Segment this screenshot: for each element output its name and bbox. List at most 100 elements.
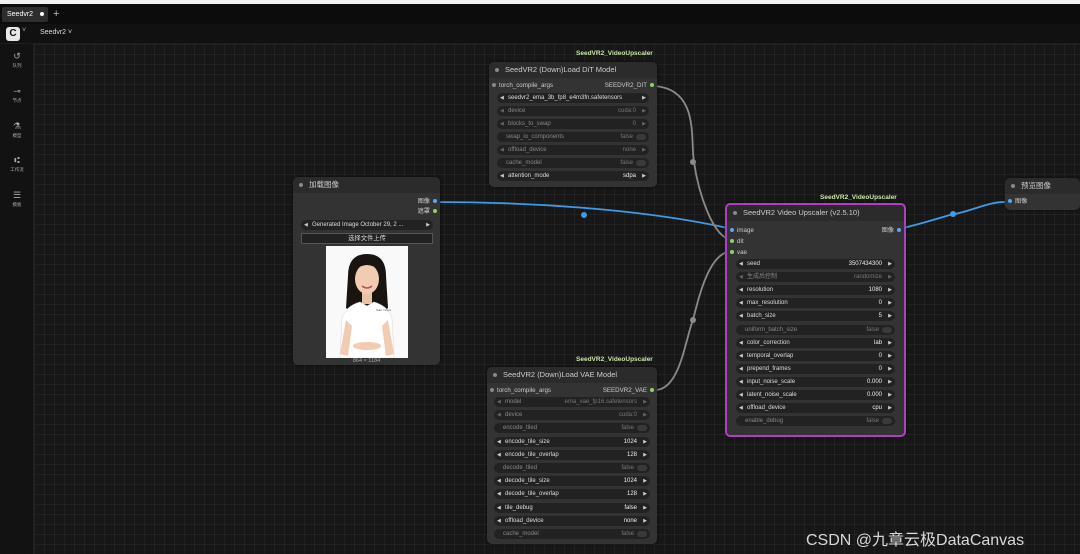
arrow-left-icon[interactable]: ◀ — [500, 171, 504, 181]
new-tab-plus-icon[interactable]: + — [53, 8, 59, 20]
arrow-left-icon[interactable]: ◀ — [497, 437, 501, 447]
widget-max-resolution[interactable]: ◀ max_resolution 0 ▶ — [736, 298, 895, 309]
widget-decode-tiled[interactable]: decode_tiled false — [494, 463, 650, 473]
collapse-dot-icon[interactable] — [1011, 184, 1015, 188]
arrow-right-icon[interactable]: ▶ — [642, 145, 646, 155]
arrow-right-icon[interactable]: ▶ — [888, 403, 892, 413]
arrow-right-icon[interactable]: ▶ — [888, 272, 892, 282]
widget-model[interactable]: ◀ model ema_vae_fp16.safetensors ▶ — [494, 397, 650, 407]
widget-prepend-frames[interactable]: ◀ prepend_frames 0 ▶ — [736, 363, 895, 374]
arrow-left-icon[interactable]: ◀ — [739, 298, 743, 308]
arrow-right-icon[interactable]: ▶ — [643, 516, 647, 526]
output-slot-icon[interactable] — [650, 83, 654, 88]
widget-encode-tile-size[interactable]: ◀ encode_tile_size 1024 ▶ — [494, 436, 650, 447]
arrow-right-icon[interactable]: ▶ — [888, 364, 892, 374]
widget-encode-tile-overlap[interactable]: ◀ encode_tile_overlap 128 ▶ — [494, 449, 650, 460]
input-vae[interactable]: vae — [727, 249, 747, 257]
output-image[interactable]: 图像 — [418, 198, 440, 206]
workflow-tab[interactable]: Seedvr2 — [2, 7, 48, 22]
node-title-bar[interactable]: 预览图像 — [1005, 178, 1080, 194]
input-image[interactable]: 图像 — [1005, 198, 1027, 206]
node-title-bar[interactable]: SeedVR2 Video Upscaler (v2.5.10) — [727, 205, 904, 221]
collapse-dot-icon[interactable] — [299, 183, 303, 187]
arrow-right-icon[interactable]: ▶ — [643, 489, 647, 499]
arrow-right-icon[interactable]: ▶ — [643, 397, 647, 407]
collapse-dot-icon[interactable] — [495, 68, 499, 72]
arrow-left-icon[interactable]: ◀ — [497, 476, 501, 486]
load-image-node[interactable]: 加载图像 图像 遮罩 ◀ Generated Image October 29, … — [293, 177, 440, 365]
widget-decode-tile-overlap[interactable]: ◀ decode_tile_overlap 128 ▶ — [494, 489, 650, 500]
toggle-switch-icon[interactable] — [637, 465, 647, 471]
output-slot-icon[interactable] — [650, 388, 654, 393]
widget-enable-debug[interactable]: enable_debug false — [736, 416, 895, 427]
arrow-right-icon[interactable]: ▶ — [642, 93, 646, 103]
arrow-right-icon[interactable]: ▶ — [888, 298, 892, 308]
widget-seed[interactable]: ◀ seed 3507434300 ▶ — [736, 259, 895, 269]
arrow-left-icon[interactable]: ◀ — [497, 450, 501, 460]
toggle-switch-icon[interactable] — [636, 160, 646, 166]
arrow-right-icon[interactable]: ▶ — [643, 450, 647, 460]
input-slot-icon[interactable] — [1008, 199, 1012, 204]
node-title-bar[interactable]: SeedVR2 (Down)Load VAE Model — [487, 367, 657, 383]
arrow-left-icon[interactable]: ◀ — [739, 351, 743, 361]
sidebar-item-3[interactable]: ⑆ 工作流 — [0, 155, 34, 173]
arrow-left-icon[interactable]: ◀ — [500, 119, 504, 129]
arrow-right-icon[interactable]: ▶ — [888, 390, 892, 400]
arrow-right-icon[interactable]: ▶ — [643, 476, 647, 486]
arrow-right-icon[interactable]: ▶ — [888, 311, 892, 321]
arrow-right-icon[interactable]: ▶ — [888, 377, 892, 387]
arrow-left-icon[interactable]: ◀ — [304, 220, 308, 230]
widget-encode-tiled[interactable]: encode_tiled false — [494, 423, 650, 434]
arrow-left-icon[interactable]: ◀ — [500, 106, 504, 116]
output-slot-icon[interactable] — [433, 199, 437, 204]
widget-device[interactable]: ◀ device cuda:0 ▶ — [497, 106, 649, 116]
sidebar-item-1[interactable]: ⊸ 节点 — [0, 86, 34, 104]
arrow-left-icon[interactable]: ◀ — [497, 410, 501, 420]
arrow-right-icon[interactable]: ▶ — [642, 119, 646, 129]
arrow-left-icon[interactable]: ◀ — [497, 489, 501, 499]
arrow-right-icon[interactable]: ▶ — [426, 220, 430, 230]
collapse-dot-icon[interactable] — [493, 373, 497, 377]
widget-latent-noise-scale[interactable]: ◀ latent_noise_scale 0.000 ▶ — [736, 390, 895, 400]
toggle-switch-icon[interactable] — [882, 418, 892, 425]
output-slot-icon[interactable] — [433, 209, 437, 214]
input-image[interactable]: image — [727, 227, 754, 235]
arrow-right-icon[interactable]: ▶ — [888, 285, 892, 295]
input-slot-icon[interactable] — [730, 228, 734, 233]
widget-resolution[interactable]: ◀ resolution 1080 ▶ — [736, 285, 895, 296]
node-title-bar[interactable]: SeedVR2 (Down)Load DiT Model — [489, 62, 657, 78]
output-image[interactable]: 图像 — [882, 227, 904, 235]
input-slot-icon[interactable] — [492, 83, 496, 88]
sidebar-item-0[interactable]: ↺ 队列 — [0, 51, 34, 69]
arrow-left-icon[interactable]: ◀ — [500, 145, 504, 155]
toggle-switch-icon[interactable] — [636, 134, 646, 140]
arrow-right-icon[interactable]: ▶ — [888, 338, 892, 348]
widget-cache-model[interactable]: cache_model false — [494, 529, 650, 539]
input-torch-compile-args[interactable]: torch_compile_args — [487, 387, 551, 395]
widget-blocks-to-swap[interactable]: ◀ blocks_to_swap 0 ▶ — [497, 119, 649, 129]
arrow-left-icon[interactable]: ◀ — [739, 403, 743, 413]
widget-batch-size[interactable]: ◀ batch_size 5 ▶ — [736, 311, 895, 322]
toggle-switch-icon[interactable] — [882, 326, 892, 333]
arrow-left-icon[interactable]: ◀ — [739, 285, 743, 295]
arrow-left-icon[interactable]: ◀ — [739, 272, 743, 282]
widget-color-correction[interactable]: ◀ color_correction lab ▶ — [736, 337, 895, 348]
widget-offload-device[interactable]: ◀ offload_device none ▶ — [497, 145, 649, 155]
arrow-left-icon[interactable]: ◀ — [739, 311, 743, 321]
widget-cache-model[interactable]: cache_model false — [497, 158, 649, 168]
arrow-left-icon[interactable]: ◀ — [497, 503, 501, 513]
output-mask[interactable]: 遮罩 — [418, 208, 440, 216]
comfy-logo-icon[interactable]: C — [6, 27, 20, 41]
arrow-right-icon[interactable]: ▶ — [888, 351, 892, 361]
arrow-right-icon[interactable]: ▶ — [642, 106, 646, 116]
node-title-bar[interactable]: 加载图像 — [293, 177, 440, 193]
widget--[interactable]: ◀ 生成后控制 randomize ▶ — [736, 272, 895, 283]
toggle-switch-icon[interactable] — [637, 425, 647, 432]
output-seedvr2-vae[interactable]: SEEDVR2_VAE — [603, 387, 657, 395]
arrow-right-icon[interactable]: ▶ — [643, 410, 647, 420]
widget-device[interactable]: ◀ device cuda:0 ▶ — [494, 410, 650, 421]
input-slot-icon[interactable] — [490, 388, 494, 393]
arrow-left-icon[interactable]: ◀ — [739, 259, 743, 269]
input-dit[interactable]: dit — [727, 238, 744, 246]
output-seedvr2-dit[interactable]: SEEDVR2_DIT — [605, 82, 657, 90]
